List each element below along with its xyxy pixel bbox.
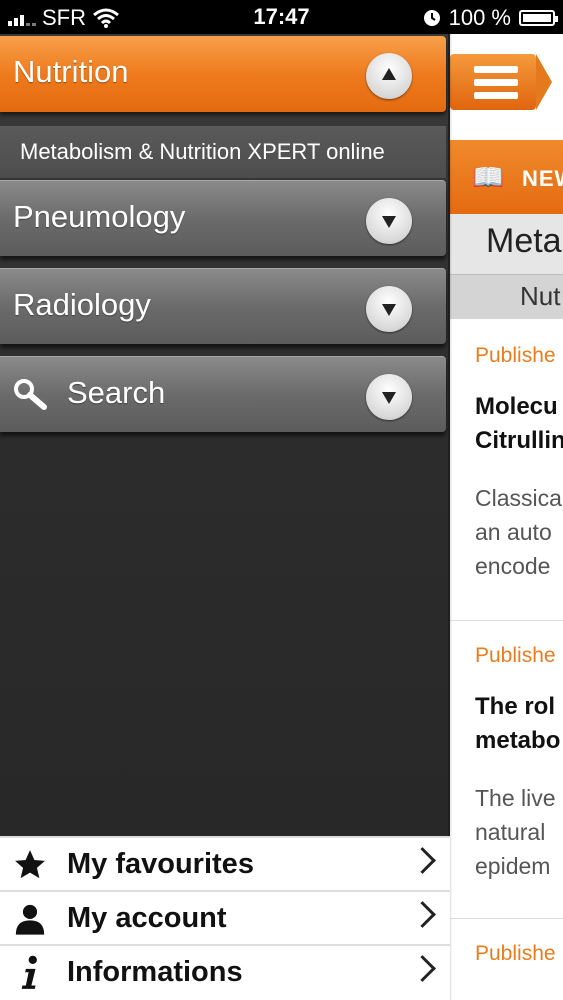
article-excerpt-line: an auto	[475, 519, 552, 545]
chevron-up-icon[interactable]	[366, 53, 412, 99]
menu-section-pneumology[interactable]: Pneumology	[0, 180, 446, 256]
bottom-item-account[interactable]: My account	[0, 890, 450, 944]
chevron-right-icon	[409, 847, 436, 874]
article-card[interactable]: Publishe	[450, 918, 563, 1000]
chevron-right-icon	[409, 901, 436, 928]
book-icon: 📖	[472, 162, 505, 192]
article-title-line: metabo	[475, 727, 561, 754]
menu-section-label: Search	[67, 375, 166, 410]
bottom-menu: My favourites My account Informations	[0, 836, 450, 1000]
news-bar[interactable]: 📖 NEW	[450, 140, 563, 214]
content-title: Meta	[486, 222, 562, 260]
article-published: Publishe	[475, 942, 556, 965]
battery-icon	[519, 10, 558, 26]
article-card[interactable]: Publishe Molecu Citrullin Classica an au…	[450, 320, 563, 621]
bottom-item-informations[interactable]: Informations	[0, 944, 450, 1000]
info-icon	[12, 955, 48, 991]
star-icon	[12, 847, 48, 883]
article-title-line: The rol	[475, 693, 556, 720]
menu-section-label: Pneumology	[13, 199, 186, 234]
content-topbar	[450, 34, 563, 140]
bottom-item-label: My account	[67, 902, 227, 934]
battery-label: 100 %	[448, 5, 511, 30]
content-panel: 📖 NEW Meta Nut Publishe Molecu Citrullin…	[450, 34, 563, 1000]
news-label: NEW	[522, 166, 563, 191]
clock-icon	[423, 10, 440, 26]
chevron-down-icon[interactable]	[366, 374, 412, 420]
content-title-bar: Meta	[450, 214, 563, 275]
content-subtitle: Nut	[520, 281, 561, 311]
bottom-item-favourites[interactable]: My favourites	[0, 836, 450, 890]
article-excerpt-line: Classica	[475, 485, 562, 511]
chevron-down-icon[interactable]	[366, 286, 412, 332]
article-excerpt-line: natural	[475, 819, 546, 845]
menu-section-nutrition[interactable]: Nutrition	[0, 36, 446, 112]
menu-section-label: Nutrition	[13, 54, 129, 89]
chevron-right-icon	[409, 955, 436, 982]
menu-toggle-button[interactable]	[450, 54, 552, 110]
article-excerpt-line: The live	[475, 785, 556, 811]
person-icon	[12, 901, 48, 937]
menu-section-search[interactable]: Search	[0, 356, 446, 432]
article-card[interactable]: Publishe The rol metabo The live natural…	[450, 620, 563, 919]
content-subtitle-bar: Nut	[450, 275, 563, 319]
menu-subitem-label: Metabolism & Nutrition XPERT online	[20, 139, 385, 164]
article-published: Publishe	[475, 344, 556, 367]
article-title-line: Citrullin	[475, 427, 563, 454]
chevron-down-icon[interactable]	[366, 198, 412, 244]
article-published: Publishe	[475, 644, 556, 667]
article-excerpt-line: encode	[475, 553, 551, 579]
status-bar: SFR 17:47 100 %	[0, 0, 563, 34]
article-excerpt-line: epidem	[475, 853, 551, 879]
bottom-item-label: My favourites	[67, 848, 254, 880]
bottom-item-label: Informations	[67, 956, 243, 988]
menu-section-radiology[interactable]: Radiology	[0, 268, 446, 344]
menu-subitem-metabolism[interactable]: Metabolism & Nutrition XPERT online	[0, 126, 446, 178]
article-title-line: Molecu	[475, 393, 558, 420]
search-icon	[14, 379, 47, 410]
menu-section-label: Radiology	[13, 287, 151, 322]
